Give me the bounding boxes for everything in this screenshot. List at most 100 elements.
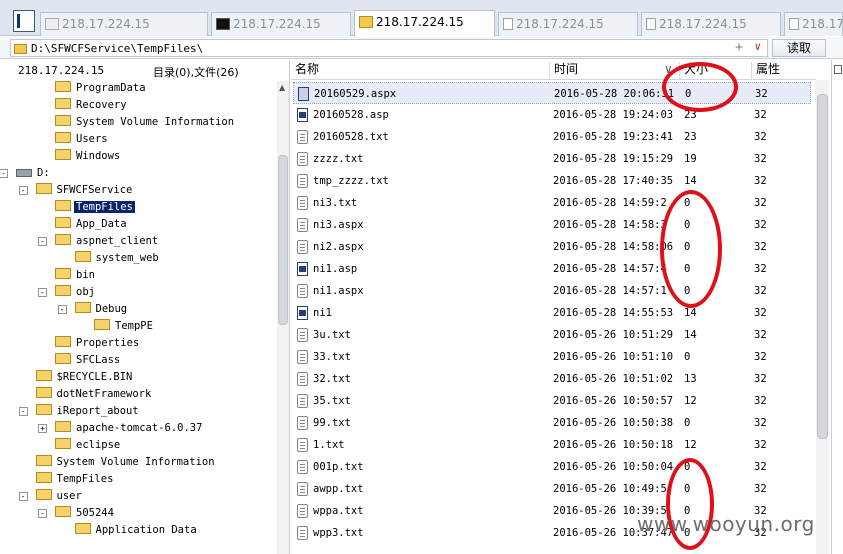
file-attr: 32: [754, 175, 767, 187]
tree-node-label: Windows: [76, 150, 121, 162]
tree-node[interactable]: Windows: [55, 148, 122, 165]
scroll-up-icon[interactable]: ▲: [279, 83, 285, 92]
collapse-toggle-icon[interactable]: -: [38, 288, 47, 297]
file-name: ni3.txt: [313, 197, 358, 209]
tab-document-1[interactable]: 218.17.224.15: [498, 12, 638, 36]
file-row[interactable]: 001p.txt 2016-05-26 10:50:04 0 32: [293, 456, 811, 478]
file-row[interactable]: 20160528.txt 2016-05-28 19:23:41 23 32: [293, 126, 811, 148]
folder-icon: [55, 336, 71, 347]
collapse-toggle-icon[interactable]: -: [18, 407, 28, 416]
file-row[interactable]: tmp_zzzz.txt 2016-05-28 17:40:35 14 32: [293, 170, 811, 192]
tree-node[interactable]: bin: [55, 267, 97, 284]
file-row[interactable]: ni2.aspx 2016-05-28 14:58:06 0 32: [293, 236, 811, 258]
read-button[interactable]: 读取: [772, 39, 826, 57]
tab-file-manager[interactable]: 218.17.224.15: [354, 10, 495, 37]
scrollbar-thumb[interactable]: [278, 155, 288, 325]
tree-scrollbar[interactable]: ▲: [277, 81, 289, 554]
path-input[interactable]: D:\SFWCFService\TempFiles\ + ∨: [10, 39, 768, 57]
file-row[interactable]: 33.txt 2016-05-26 10:51:10 0 32: [293, 346, 811, 368]
folder-icon: [74, 251, 91, 262]
text-file-icon: [297, 438, 308, 452]
column-attr[interactable]: 属性: [751, 62, 816, 79]
tree-node[interactable]: + apache-tomcat-6.0.37: [38, 420, 204, 437]
folder-icon: [55, 98, 71, 109]
tree-node[interactable]: System Volume Information: [55, 114, 236, 131]
tree-node[interactable]: system_web: [74, 250, 161, 267]
tab-blank[interactable]: 218.17.224.15: [40, 12, 208, 36]
text-file-icon: [297, 240, 308, 254]
column-time[interactable]: 时间 ∨: [549, 62, 679, 79]
file-row[interactable]: 20160528.asp 2016-05-28 19:24:03 23 32: [293, 104, 811, 126]
tree-node[interactable]: ProgramData: [55, 81, 148, 97]
file-list-scrollbar[interactable]: [816, 80, 829, 554]
tree-node[interactable]: eclipse: [55, 437, 122, 454]
tree-node[interactable]: $RECYCLE.BIN: [35, 369, 135, 386]
collapse-toggle-icon[interactable]: -: [38, 237, 47, 246]
tree-node[interactable]: - D:: [0, 165, 52, 182]
tab-label: 218.17.224.15: [516, 17, 604, 31]
file-row[interactable]: 1.txt 2016-05-26 10:50:18 12 32: [293, 434, 811, 456]
add-bookmark-icon[interactable]: +: [735, 40, 743, 55]
folder-icon: [55, 421, 71, 432]
tree-node[interactable]: TempFiles: [35, 471, 116, 488]
text-file-icon: [297, 504, 308, 518]
folder-icon: [35, 183, 52, 194]
file-name: zzzz.txt: [313, 153, 364, 165]
tree-node-label: TempFiles: [56, 473, 114, 485]
tree-node[interactable]: - SFWCFService: [18, 182, 135, 199]
folder-icon: [35, 404, 52, 415]
panel-toggle-icon[interactable]: [13, 10, 35, 32]
tab-document-3[interactable]: 218.17.22: [784, 12, 843, 36]
file-row[interactable]: 3u.txt 2016-05-26 10:51:29 14 32: [293, 324, 811, 346]
tree-node[interactable]: SFCLass: [55, 352, 122, 369]
file-row[interactable]: 32.txt 2016-05-26 10:51:02 13 32: [293, 368, 811, 390]
collapse-toggle-icon[interactable]: -: [0, 169, 8, 178]
file-row[interactable]: zzzz.txt 2016-05-28 19:15:29 19 32: [293, 148, 811, 170]
collapse-toggle-icon[interactable]: -: [57, 305, 67, 314]
tree-node[interactable]: TempPE: [94, 318, 155, 335]
scrollbar-thumb[interactable]: [817, 94, 828, 439]
tree-node[interactable]: - user: [18, 488, 84, 505]
file-row[interactable]: 35.txt 2016-05-26 10:50:57 12 32: [293, 390, 811, 412]
tree-node[interactable]: Users: [55, 131, 110, 148]
collapse-toggle-icon[interactable]: -: [18, 186, 28, 195]
file-row[interactable]: ni1.asp 2016-05-28 14:57:4 0 32: [293, 258, 811, 280]
text-file-icon: [297, 152, 308, 166]
file-row[interactable]: 99.txt 2016-05-26 10:50:38 0 32: [293, 412, 811, 434]
expand-toggle-icon[interactable]: +: [38, 424, 47, 433]
tree-node[interactable]: - aspnet_client: [38, 233, 160, 250]
column-name[interactable]: 名称: [291, 62, 549, 79]
chevron-down-icon[interactable]: ∨: [754, 40, 761, 53]
tab-terminal[interactable]: 218.17.224.15: [211, 12, 351, 36]
tree-node[interactable]: - 505244: [38, 505, 116, 522]
document-icon: [789, 18, 799, 30]
file-row[interactable]: 20160529.aspx 2016-05-28 20:06:31 0 32: [293, 82, 811, 104]
tree-node[interactable]: - iReport_about: [18, 403, 141, 420]
collapse-toggle-icon[interactable]: -: [38, 509, 47, 518]
file-row[interactable]: awpp.txt 2016-05-26 10:49:5 0 32: [293, 478, 811, 500]
file-size: 0: [684, 263, 691, 275]
column-size[interactable]: 大小: [679, 62, 751, 79]
tree-node-label: SFWCFService: [56, 184, 133, 196]
tree-node[interactable]: - Debug: [57, 301, 130, 318]
file-row[interactable]: ni3.aspx 2016-05-28 14:58:3 0 32: [293, 214, 811, 236]
collapse-toggle-icon[interactable]: -: [18, 492, 28, 501]
tree-node[interactable]: System Volume Information: [35, 454, 217, 471]
tree-node[interactable]: - obj: [38, 284, 97, 301]
file-attr: 32: [754, 417, 767, 429]
tab-document-2[interactable]: 218.17.224.15: [641, 12, 781, 36]
drive-icon: [16, 169, 32, 177]
tree-node[interactable]: dotNetFramework: [35, 386, 154, 403]
tree-node[interactable]: Properties: [55, 335, 141, 352]
file-row[interactable]: ni1 2016-05-28 14:55:53 14 32: [293, 302, 811, 324]
tree-node[interactable]: Application Data: [74, 522, 199, 539]
file-list: 20160529.aspx 2016-05-28 20:06:31 0 32 20160…: [291, 82, 816, 554]
tree-node[interactable]: Recovery: [55, 97, 129, 114]
folder-icon: [55, 115, 71, 126]
file-size: 12: [684, 439, 697, 451]
panel-restore-icon[interactable]: [834, 65, 842, 74]
file-row[interactable]: ni3.txt 2016-05-28 14:59:2 0 32: [293, 192, 811, 214]
tree-node[interactable]: TempFiles: [55, 199, 135, 216]
tree-node[interactable]: App_Data: [55, 216, 129, 233]
file-row[interactable]: ni1.aspx 2016-05-28 14:57:1 0 32: [293, 280, 811, 302]
